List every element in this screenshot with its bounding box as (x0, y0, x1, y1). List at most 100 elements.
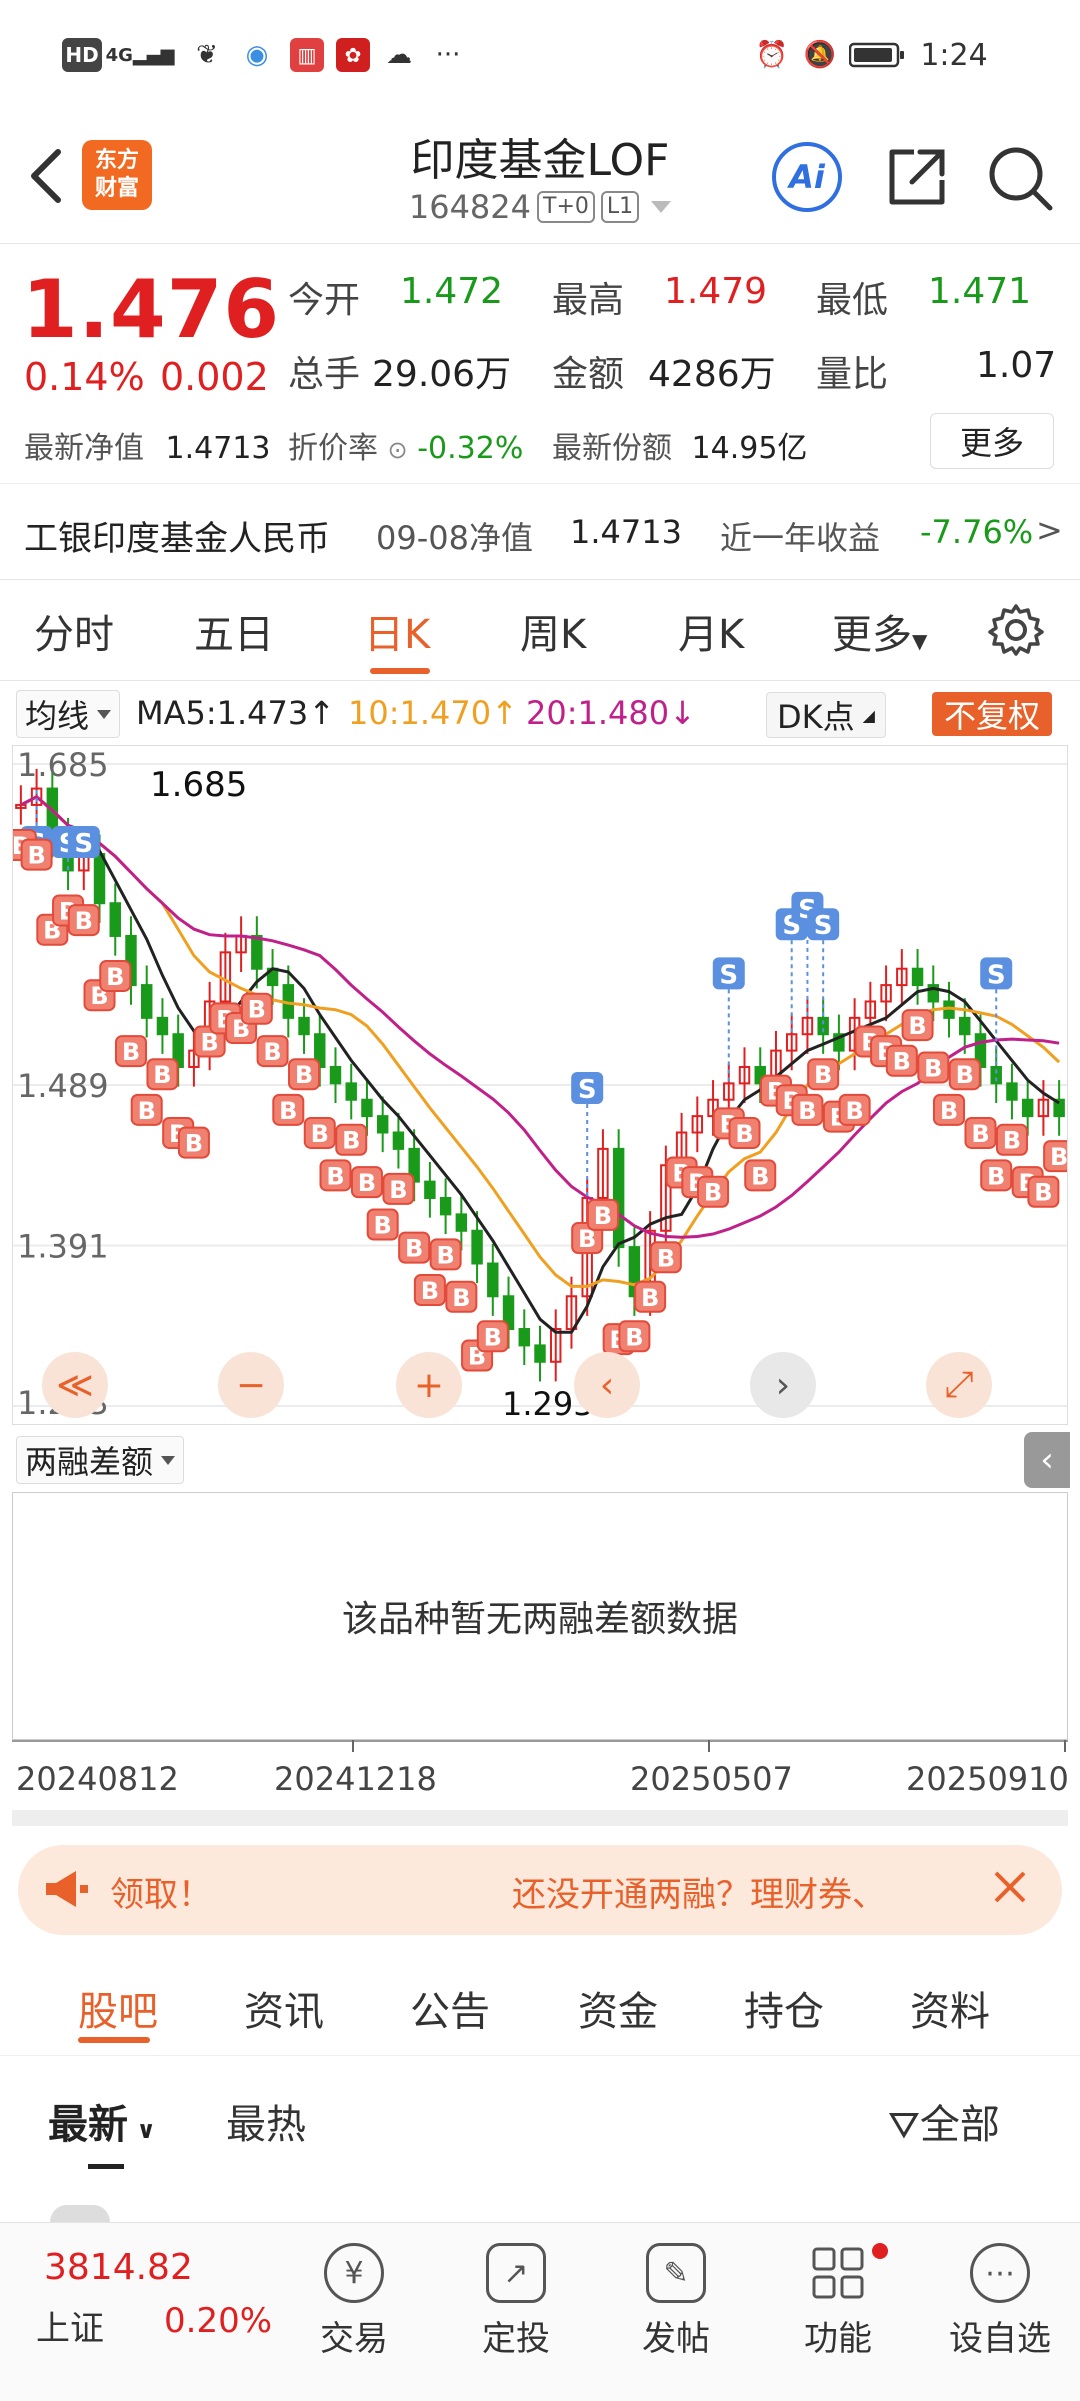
tab-announcements[interactable]: 公告 (410, 1979, 490, 2037)
megaphone-icon (42, 1865, 90, 1917)
sort-underline (88, 2164, 124, 2169)
fund-code-row[interactable]: 164824 T+0 L1 (300, 188, 780, 226)
adjustment-button[interactable]: 不复权 (932, 692, 1053, 736)
alarm-icon: ⏰ (755, 40, 789, 70)
tab-five-day[interactable]: 五日 (194, 602, 274, 660)
invest-plan-label: 定投 (482, 2319, 550, 2359)
collapse-side-icon[interactable]: ‹ (1024, 1432, 1070, 1488)
candle-body (329, 1065, 342, 1085)
sort-hot[interactable]: 最热 (226, 2092, 306, 2150)
change-amount: 0.002 (160, 355, 269, 399)
tab-daily-k[interactable]: 日K (364, 602, 430, 660)
functions-button[interactable]: 功能 (778, 2243, 898, 2360)
tab-profile[interactable]: 资料 (910, 1979, 990, 2037)
nav-value: 1.4713 (165, 431, 271, 466)
dk-point-selector[interactable]: DK点 ◢ (766, 692, 886, 738)
candle-body (392, 1131, 405, 1150)
high-annotation: 1.685 (150, 765, 248, 805)
x-label: 20240812 (16, 1760, 179, 1798)
fullscreen-button[interactable]: ⤢ (926, 1352, 992, 1418)
tab-monthly-k[interactable]: 月K (678, 602, 744, 660)
b-marker-label: B (326, 1162, 344, 1190)
clock: 1:24 (920, 37, 988, 73)
leaf-icon: ❦ (196, 40, 218, 70)
scroll-right-button[interactable]: › (750, 1352, 816, 1418)
ma-selector[interactable]: 均线 (16, 690, 121, 738)
candle-body (534, 1344, 546, 1363)
b-marker-label: B (374, 1211, 392, 1239)
app-logo: 东方 财富 (82, 140, 152, 210)
share-icon[interactable] (880, 142, 952, 214)
more-button[interactable]: 更多 (930, 413, 1054, 469)
related-fund-row[interactable]: 工银印度基金人民币 09-08净值 1.4713 近一年收益 -7.76% > (0, 483, 1080, 580)
volume-stat: 总手 29.06万 (288, 345, 511, 397)
yield-value: -7.76% (920, 513, 1034, 551)
browser-icon: ◉ (245, 40, 269, 70)
candle-body (376, 1115, 389, 1134)
functions-label: 功能 (804, 2319, 872, 2359)
tab-news[interactable]: 资讯 (244, 1979, 324, 2037)
current-price: 1.476 (22, 263, 281, 356)
kline-chart[interactable]: SSSSSSSSSBBBBBBBBBBBBBBBBBBBBBBBBBBBBBBB… (4, 745, 1076, 1425)
discount-stat[interactable]: 折价率 ⊙ -0.32% (288, 423, 523, 467)
search-icon[interactable] (984, 142, 1056, 214)
x-label: 20241218 (274, 1760, 437, 1798)
add-watchlist-button[interactable]: ⋯ 设自选 (940, 2243, 1060, 2360)
candle-body (93, 853, 106, 905)
tab-funds[interactable]: 资金 (578, 1979, 658, 2037)
index-value[interactable]: 3814.82 (44, 2247, 193, 2288)
b-marker-label: B (358, 1169, 376, 1197)
candle-body (156, 1016, 169, 1036)
invest-plan-button[interactable]: ↗ 定投 (456, 2243, 576, 2360)
ratio-value: 1.07 (976, 345, 1057, 386)
tab-guba[interactable]: 股吧 (78, 1979, 158, 2037)
post-button[interactable]: ✎ 发帖 (616, 2243, 736, 2360)
discount-value: -0.32% (417, 431, 524, 466)
more-dots-icon: ⋯ (970, 2243, 1030, 2303)
settings-gear-icon[interactable] (988, 602, 1044, 662)
t0-tag: T+0 (537, 191, 595, 223)
related-fund-name: 工银印度基金人民币 (24, 519, 330, 559)
info-icon[interactable]: ⊙ (388, 436, 408, 464)
b-marker-label: B (122, 1038, 140, 1066)
notification-dot (872, 2243, 888, 2259)
b-marker-label: B (625, 1323, 643, 1351)
filter-all[interactable]: ⛛全部 (888, 2092, 1000, 2150)
chart-icon: ↗ (486, 2243, 546, 2303)
chevron-down-icon: ∨ (128, 2116, 156, 2144)
s-marker-label: S (987, 960, 1006, 990)
section-tabs: 股吧 资讯 公告 资金 持仓 资料 (0, 1955, 1080, 2056)
tab-more[interactable]: 更多▼ (832, 602, 927, 660)
ai-assistant-button[interactable]: Ai (772, 142, 842, 212)
zoom-out-button[interactable]: − (218, 1352, 284, 1418)
nav-stat: 最新净值 1.4713 (24, 423, 271, 467)
trade-button[interactable]: ¥ 交易 (294, 2243, 414, 2360)
b-marker-label: B (704, 1179, 722, 1207)
sort-latest-label: 最新 (48, 2102, 128, 2148)
tab-holdings[interactable]: 持仓 (744, 1979, 824, 2037)
page-title[interactable]: 印度基金LOF (300, 124, 780, 188)
ma5-value: MA5:1.473↑ (136, 694, 336, 732)
index-change[interactable]: 0.20% (164, 2301, 272, 2341)
banner-right-text: 还没开通两融？理财券、 (512, 1875, 886, 1915)
scroll-left-button[interactable]: ‹ (574, 1352, 640, 1418)
volume-label: 总手 (288, 354, 361, 395)
back-button[interactable] (22, 146, 72, 206)
b-marker-label: B (311, 1120, 329, 1148)
change-percent: 0.14% (24, 355, 145, 399)
sort-latest[interactable]: 最新 ∨ (48, 2092, 156, 2150)
candle-body (518, 1328, 530, 1347)
rewind-button[interactable]: ≪ (42, 1352, 108, 1418)
zoom-in-button[interactable]: + (396, 1352, 462, 1418)
close-icon[interactable] (986, 1863, 1034, 1915)
x-tick (1064, 1740, 1066, 1752)
index-name[interactable]: 上证 (36, 2301, 104, 2350)
s-marker-label: S (719, 960, 738, 990)
promo-banner[interactable]: 领取！ 还没开通两融？理财券、 (18, 1845, 1062, 1935)
margin-selector[interactable]: 两融差额 (16, 1436, 185, 1484)
indicator-row: 均线 MA5:1.473↑ 10:1.470↑ 20:1.480↓ DK点 ◢ 不… (0, 684, 1080, 742)
s-marker-label: S (74, 829, 93, 859)
candle-body (345, 1082, 357, 1101)
tab-weekly-k[interactable]: 周K (520, 602, 586, 660)
tab-intraday[interactable]: 分时 (34, 602, 114, 660)
